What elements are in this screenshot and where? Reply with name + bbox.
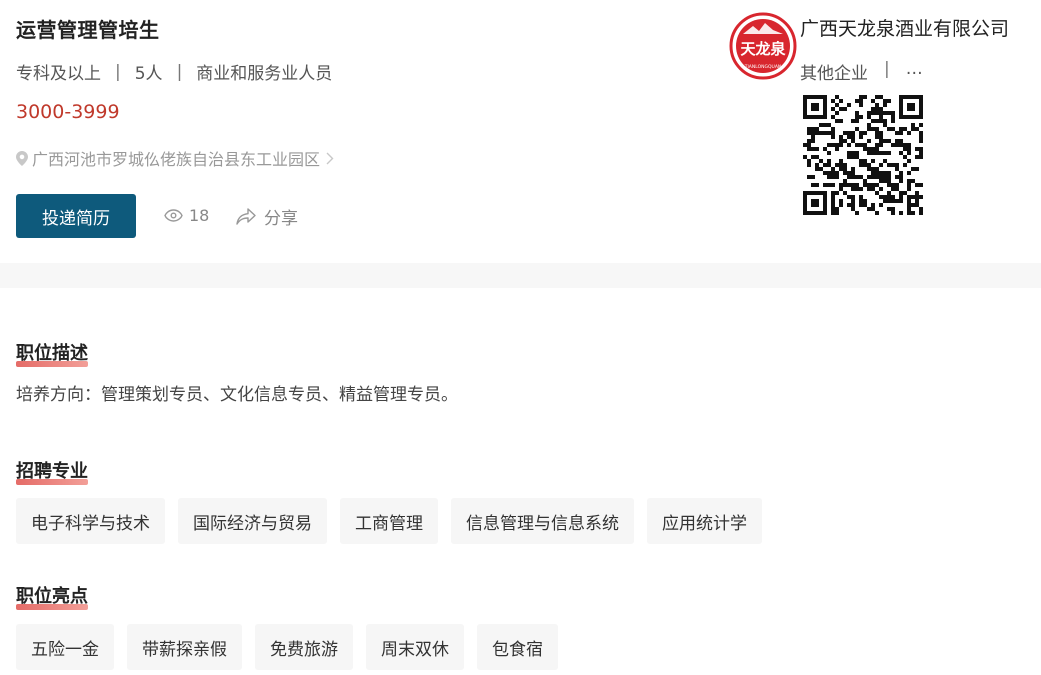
section-divider xyxy=(0,263,1041,288)
job-title: 运营管理管培生 xyxy=(16,18,160,42)
highlight-tag: 五险一金 xyxy=(16,624,114,670)
job-address-link[interactable]: 广西河池市罗城仫佬族自治县东工业园区 xyxy=(16,146,338,170)
education-requirement: 专科及以上 xyxy=(16,64,101,84)
highlight-tag: 周末双休 xyxy=(366,624,464,670)
meta-separator: | xyxy=(176,61,183,82)
chevron-right-icon xyxy=(326,152,334,164)
company-type: 其他企业 xyxy=(800,64,868,84)
location-pin-icon xyxy=(16,150,28,166)
highlight-tag: 带薪探亲假 xyxy=(127,624,242,670)
majors-tag-list: 电子科学与技术 国际经济与贸易 工商管理 信息管理与信息系统 应用统计学 xyxy=(16,498,762,544)
company-logo[interactable]: 天龙泉 TIANLONGQUAN xyxy=(729,12,797,80)
eye-icon xyxy=(164,209,183,222)
section-title-text: 职位描述 xyxy=(16,343,88,364)
share-icon xyxy=(236,208,256,225)
job-description: 培养方向：管理策划专员、文化信息专员、精益管理专员。 xyxy=(16,385,458,405)
logo-text: 天龙泉 xyxy=(740,40,786,58)
meta-separator: | xyxy=(115,61,121,82)
section-title-majors: 招聘专业 xyxy=(16,457,88,485)
meta-separator: | xyxy=(884,59,890,79)
qr-code xyxy=(803,95,923,215)
job-meta: 专科及以上 | 5人 | 商业和服务业人员 xyxy=(16,59,333,85)
highlight-tag: 免费旅游 xyxy=(255,624,353,670)
section-title-text: 招聘专业 xyxy=(16,461,88,482)
section-title-text: 职位亮点 xyxy=(16,586,88,607)
share-label: 分享 xyxy=(264,209,298,229)
view-count-value: 18 xyxy=(189,206,210,225)
company-meta: 其他企业 | … xyxy=(800,59,923,84)
major-tag: 工商管理 xyxy=(340,498,438,544)
view-count: 18 xyxy=(164,206,209,225)
highlight-tag: 包食宿 xyxy=(477,624,558,670)
job-category: 商业和服务业人员 xyxy=(196,64,333,84)
major-tag: 国际经济与贸易 xyxy=(178,498,327,544)
company-name-link[interactable]: 广西天龙泉酒业有限公司 xyxy=(800,14,1010,41)
headcount: 5人 xyxy=(134,64,163,84)
major-tag: 信息管理与信息系统 xyxy=(451,498,634,544)
company-meta-more: … xyxy=(905,59,923,79)
address-text: 广西河池市罗城仫佬族自治县东工业园区 xyxy=(32,150,321,169)
major-tag: 应用统计学 xyxy=(647,498,762,544)
major-tag: 电子科学与技术 xyxy=(16,498,165,544)
logo-subtext: TIANLONGQUAN xyxy=(744,64,782,70)
salary: 3000-3999 xyxy=(16,101,120,123)
apply-resume-button[interactable]: 投递简历 xyxy=(16,194,136,238)
share-button[interactable]: 分享 xyxy=(236,204,298,229)
section-title-description: 职位描述 xyxy=(16,339,88,367)
section-title-highlights: 职位亮点 xyxy=(16,582,88,610)
highlights-tag-list: 五险一金 带薪探亲假 免费旅游 周末双休 包食宿 xyxy=(16,624,558,670)
